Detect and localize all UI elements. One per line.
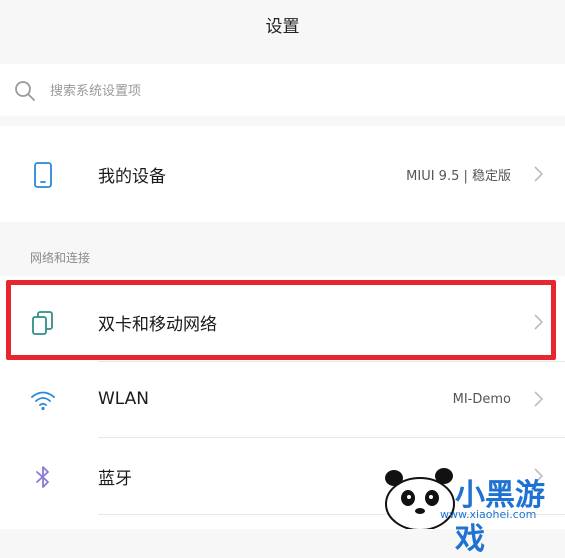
search-input[interactable] bbox=[48, 76, 532, 106]
phone-icon bbox=[34, 162, 52, 188]
dual-sim-label: 双卡和移动网络 bbox=[98, 314, 217, 335]
watermark-url: www.xiaohei.com bbox=[440, 508, 537, 521]
section-title-network: 网络和连接 bbox=[30, 251, 91, 265]
divider bbox=[98, 361, 565, 362]
divider bbox=[98, 437, 565, 438]
chevron-right-icon bbox=[534, 166, 544, 182]
search-bar[interactable] bbox=[0, 64, 565, 116]
wifi-icon bbox=[31, 391, 55, 411]
wlan-label: WLAN bbox=[98, 389, 150, 409]
page-title: 设置 bbox=[265, 16, 300, 37]
sim-cards-icon bbox=[32, 311, 53, 335]
my-device-label: 我的设备 bbox=[98, 166, 166, 187]
bluetooth-icon bbox=[36, 466, 49, 488]
miui-version: MIUI 9.5 | 稳定版 bbox=[406, 168, 511, 184]
wlan-network-name: MI-Demo bbox=[452, 391, 511, 407]
page-header: 设置 bbox=[0, 0, 565, 48]
bluetooth-label: 蓝牙 bbox=[98, 468, 132, 489]
wlan-row[interactable]: WLAN MI-Demo bbox=[0, 363, 565, 435]
chevron-right-icon bbox=[534, 314, 544, 330]
chevron-right-icon bbox=[534, 391, 544, 407]
my-device-row[interactable]: 我的设备 MIUI 9.5 | 稳定版 bbox=[0, 138, 565, 210]
dual-sim-row[interactable]: 双卡和移动网络 bbox=[0, 286, 565, 358]
search-icon bbox=[15, 81, 35, 101]
